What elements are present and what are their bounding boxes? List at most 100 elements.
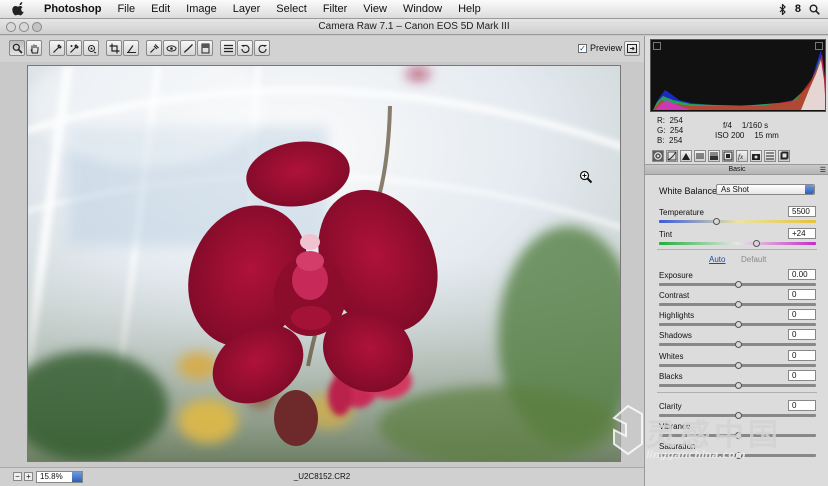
slider-value-input[interactable]: 0 bbox=[788, 350, 816, 361]
window-title: Camera Raw 7.1 – Canon EOS 5D Mark III bbox=[318, 21, 510, 32]
white-balance-select[interactable]: As Shot bbox=[716, 184, 815, 195]
preview-toggle[interactable]: ✓ Preview bbox=[578, 43, 622, 53]
tab-effects[interactable]: fx bbox=[736, 150, 748, 162]
image-preview-area[interactable] bbox=[0, 62, 644, 467]
menu-layer[interactable]: Layer bbox=[225, 3, 269, 15]
white-balance-tool-icon[interactable] bbox=[49, 40, 65, 56]
slider-thumb[interactable] bbox=[734, 321, 742, 328]
tab-hsl[interactable] bbox=[694, 150, 706, 162]
graduated-filter-icon[interactable] bbox=[197, 40, 213, 56]
spot-removal-tool-icon[interactable] bbox=[146, 40, 162, 56]
tab-detail[interactable] bbox=[680, 150, 692, 162]
red-eye-removal-tool-icon[interactable] bbox=[163, 40, 179, 56]
preferences-icon[interactable] bbox=[220, 40, 236, 56]
slider-track[interactable] bbox=[659, 218, 816, 225]
menu-help[interactable]: Help bbox=[450, 3, 489, 15]
g-value: 254 bbox=[669, 126, 684, 135]
slider-thumb[interactable] bbox=[734, 341, 742, 348]
menu-edit[interactable]: Edit bbox=[143, 3, 178, 15]
adjustment-brush-icon[interactable] bbox=[180, 40, 196, 56]
rotate-ccw-icon[interactable] bbox=[237, 40, 253, 56]
preview-checkbox[interactable]: ✓ bbox=[578, 43, 587, 53]
shadow-clipping-warning-toggle[interactable] bbox=[653, 42, 661, 50]
white-balance-value: As Shot bbox=[721, 185, 750, 194]
tab-snapshots[interactable] bbox=[778, 150, 790, 162]
slider-track[interactable] bbox=[659, 281, 816, 288]
slider-thumb[interactable] bbox=[734, 412, 742, 419]
slider-label: Temperature bbox=[659, 208, 704, 217]
tab-camera-calibration[interactable] bbox=[750, 150, 762, 162]
spotlight-icon[interactable] bbox=[809, 4, 820, 15]
panel-menu-icon[interactable]: ☰ bbox=[820, 166, 826, 175]
slider-track[interactable] bbox=[659, 321, 816, 328]
tab-presets[interactable] bbox=[764, 150, 776, 162]
preview-label: Preview bbox=[590, 43, 623, 53]
shutter-speed: 1/160 s bbox=[741, 121, 769, 130]
zoom-tool-icon[interactable] bbox=[9, 40, 25, 56]
menu-file[interactable]: File bbox=[109, 3, 143, 15]
rotate-cw-icon[interactable] bbox=[254, 40, 270, 56]
slider-label: Saturation bbox=[659, 442, 696, 451]
divider bbox=[657, 249, 817, 250]
slider-value-input[interactable]: 5500 bbox=[788, 206, 816, 217]
window-controls bbox=[6, 22, 42, 32]
tab-tone-curve[interactable] bbox=[666, 150, 678, 162]
slider-thumb[interactable] bbox=[712, 218, 720, 225]
slider-thumb[interactable] bbox=[734, 452, 742, 459]
tab-lens-corrections[interactable] bbox=[722, 150, 734, 162]
slider-track[interactable] bbox=[659, 362, 816, 369]
slider-value-input[interactable]: 0 bbox=[788, 309, 816, 320]
slider-track[interactable] bbox=[659, 452, 816, 459]
targeted-adjustment-tool-icon[interactable] bbox=[83, 40, 99, 56]
slider-track[interactable] bbox=[659, 341, 816, 348]
menu-select[interactable]: Select bbox=[268, 3, 315, 15]
r-value: 254 bbox=[669, 116, 683, 125]
slider-track[interactable] bbox=[659, 382, 816, 389]
menu-window[interactable]: Window bbox=[395, 3, 450, 15]
chevron-updown-icon bbox=[805, 185, 814, 194]
file-name: _U2C8152.CR2 bbox=[293, 472, 351, 481]
apple-icon[interactable] bbox=[12, 2, 26, 16]
slider-thumb[interactable] bbox=[734, 362, 742, 369]
menu-view[interactable]: View bbox=[355, 3, 395, 15]
section-title: Basic bbox=[728, 166, 746, 173]
slider-thumb[interactable] bbox=[734, 432, 742, 439]
highlight-clipping-warning-toggle[interactable] bbox=[815, 42, 823, 50]
zoom-cursor-icon bbox=[579, 170, 593, 184]
slider-value-input[interactable]: 0 bbox=[788, 289, 816, 300]
slider-thumb[interactable] bbox=[753, 240, 761, 247]
slider-value-input[interactable]: 0 bbox=[788, 400, 816, 411]
slider-thumb[interactable] bbox=[734, 281, 742, 288]
zoom-window-button[interactable] bbox=[32, 22, 42, 32]
slider-label: Highlights bbox=[659, 311, 695, 320]
slider-track[interactable] bbox=[659, 432, 816, 439]
slider-track[interactable] bbox=[659, 240, 816, 247]
default-link[interactable]: Default bbox=[741, 255, 766, 264]
menu-app-name[interactable]: Photoshop bbox=[36, 3, 109, 15]
tab-basic[interactable] bbox=[652, 150, 664, 162]
straighten-tool-icon[interactable] bbox=[123, 40, 139, 56]
menu-image[interactable]: Image bbox=[178, 3, 225, 15]
close-window-button[interactable] bbox=[6, 22, 16, 32]
slider-value-input[interactable]: 0.00 bbox=[788, 269, 816, 280]
exif-readout: f/4 1/160 s ISO 200 15 mm bbox=[715, 116, 779, 141]
slider-value-input[interactable]: +24 bbox=[788, 228, 816, 239]
slider-thumb[interactable] bbox=[734, 301, 742, 308]
slider-track[interactable] bbox=[659, 412, 816, 419]
slider-value-input[interactable]: 0 bbox=[788, 370, 816, 381]
fullscreen-icon bbox=[627, 44, 637, 53]
menu-filter[interactable]: Filter bbox=[315, 3, 355, 15]
slider-label: Vibrance bbox=[659, 422, 691, 431]
fullscreen-button[interactable] bbox=[624, 41, 640, 56]
crop-tool-icon[interactable] bbox=[106, 40, 122, 56]
slider-track[interactable] bbox=[659, 301, 816, 308]
slider-value-input[interactable]: 0 bbox=[788, 329, 816, 340]
minimize-window-button[interactable] bbox=[19, 22, 29, 32]
bluetooth-icon[interactable] bbox=[779, 3, 787, 15]
auto-link[interactable]: Auto bbox=[709, 255, 725, 264]
hand-tool-icon[interactable] bbox=[26, 40, 42, 56]
slider-thumb[interactable] bbox=[734, 382, 742, 389]
orchid-photo[interactable] bbox=[27, 65, 621, 462]
tab-split-toning[interactable] bbox=[708, 150, 720, 162]
color-sampler-tool-icon[interactable] bbox=[66, 40, 82, 56]
